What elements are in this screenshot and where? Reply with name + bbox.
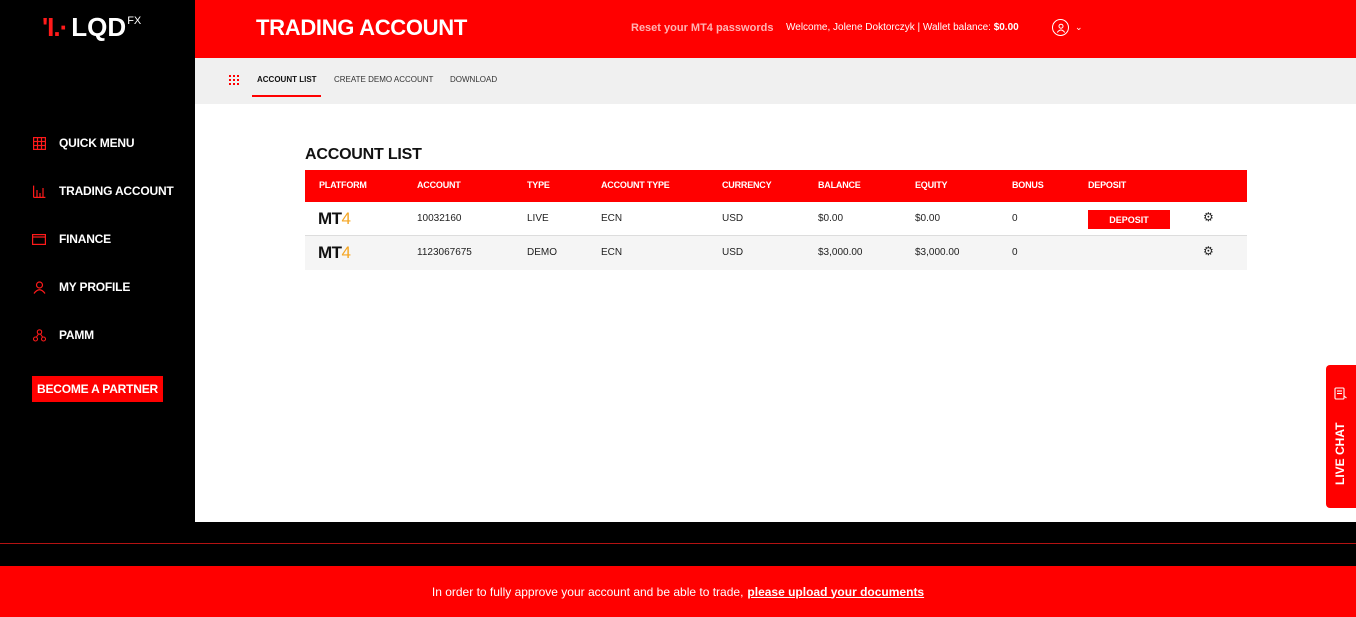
column-header: BALANCE <box>818 180 861 190</box>
logo-mark: 'I.· <box>42 12 68 42</box>
document-upload-notice: In order to fully approve your account a… <box>0 566 1356 617</box>
live-chat-label: LIVE CHAT <box>1333 422 1347 485</box>
sidebar-item-label: MY PROFILE <box>59 280 131 294</box>
cell-equity: $3,000.00 <box>915 247 960 258</box>
chevron-down-icon[interactable]: ⌄ <box>1075 22 1083 33</box>
sub-navigation: ACCOUNT LIST CREATE DEMO ACCOUNT DOWNLOA… <box>195 58 1356 104</box>
column-header: PLATFORM <box>319 180 367 190</box>
tab-create-demo-account[interactable]: CREATE DEMO ACCOUNT <box>334 75 433 84</box>
section-title: ACCOUNT LIST <box>305 146 422 163</box>
cell-equity: $0.00 <box>915 213 941 224</box>
logo-text: LQD <box>71 12 127 42</box>
become-partner-button[interactable]: BECOME A PARTNER <box>32 376 163 402</box>
sidebar-item-pamm[interactable]: PAMM <box>32 328 94 342</box>
cell-balance: $0.00 <box>818 213 844 224</box>
brand-logo[interactable]: 'I.· LQD FX <box>42 12 141 42</box>
sidebar-item-label: QUICK MENU <box>59 136 135 150</box>
active-tab-indicator <box>252 95 321 97</box>
sidebar-item-label: TRADING ACCOUNT <box>59 184 174 198</box>
tab-account-list[interactable]: ACCOUNT LIST <box>257 75 317 84</box>
reset-mt4-passwords-link[interactable]: Reset your MT4 passwords <box>631 22 773 34</box>
welcome-prefix: Welcome, Jolene Doktorczyk | Wallet bala… <box>786 22 991 33</box>
tab-download[interactable]: DOWNLOAD <box>450 75 497 84</box>
cell-bonus: 0 <box>1012 213 1018 224</box>
column-header: EQUITY <box>915 180 948 190</box>
footer-divider <box>0 543 1356 544</box>
notice-text: In order to fully approve your account a… <box>431 584 744 599</box>
column-header: BONUS <box>1012 180 1044 190</box>
table-header: PLATFORM ACCOUNT TYPE ACCOUNT TYPE CURRE… <box>305 170 1247 202</box>
logo-superscript: FX <box>127 15 142 27</box>
cell-type: LIVE <box>527 213 549 224</box>
app-root: 'I.· LQD FX QUICK MENU TRADING ACCOUNT F… <box>0 0 1356 617</box>
cell-account: 1123067675 <box>417 247 472 258</box>
sidebar: 'I.· LQD FX QUICK MENU TRADING ACCOUNT F… <box>0 0 195 522</box>
users-network-icon <box>32 328 46 342</box>
cell-currency: USD <box>722 247 744 258</box>
bar-chart-icon <box>32 184 46 198</box>
sidebar-item-my-profile[interactable]: MY PROFILE <box>32 280 130 294</box>
wallet-icon <box>32 232 46 246</box>
table-row: MT4 1123067675 DEMO ECN USD $3,000.00 $3… <box>305 236 1247 270</box>
column-header: DEPOSIT <box>1088 180 1127 190</box>
column-header: TYPE <box>527 180 550 190</box>
header-bar: TRADING ACCOUNT Reset your MT4 passwords… <box>195 0 1356 58</box>
user-icon <box>32 280 46 294</box>
account-avatar-icon[interactable] <box>1052 19 1069 36</box>
column-header: CURRENCY <box>722 180 772 190</box>
cell-bonus: 0 <box>1012 247 1018 258</box>
sidebar-item-label: PAMM <box>59 328 94 342</box>
chat-icon <box>1334 387 1347 405</box>
live-chat-button[interactable]: LIVE CHAT <box>1326 365 1356 508</box>
sidebar-item-finance[interactable]: FINANCE <box>32 232 111 246</box>
cell-account: 10032160 <box>417 213 462 224</box>
cell-type: DEMO <box>527 247 557 258</box>
mt4-platform-logo: MT4 <box>318 209 351 228</box>
column-header: ACCOUNT TYPE <box>601 180 670 190</box>
gear-icon[interactable]: ⚙ <box>1203 210 1214 224</box>
deposit-button[interactable]: DEPOSIT <box>1088 210 1170 229</box>
cell-account-type: ECN <box>601 247 623 258</box>
cell-balance: $3,000.00 <box>818 247 863 258</box>
welcome-text: Welcome, Jolene Doktorczyk | Wallet bala… <box>786 22 1019 33</box>
apps-grid-icon[interactable] <box>229 75 239 85</box>
sidebar-item-quick-menu[interactable]: QUICK MENU <box>32 136 135 150</box>
wallet-balance: $0.00 <box>993 22 1019 33</box>
account-table: PLATFORM ACCOUNT TYPE ACCOUNT TYPE CURRE… <box>305 170 1247 270</box>
table-row: MT4 10032160 LIVE ECN USD $0.00 $0.00 0 … <box>305 202 1247 236</box>
column-header: ACCOUNT <box>417 180 461 190</box>
page-title: TRADING ACCOUNT <box>256 15 467 40</box>
cell-account-type: ECN <box>601 213 623 224</box>
mt4-platform-logo: MT4 <box>318 243 351 262</box>
grid-icon <box>32 136 46 150</box>
footer-band <box>0 522 1356 566</box>
sidebar-item-trading-account[interactable]: TRADING ACCOUNT <box>32 184 174 198</box>
gear-icon[interactable]: ⚙ <box>1203 244 1214 258</box>
upload-documents-link[interactable]: please upload your documents <box>747 585 924 599</box>
sidebar-item-label: FINANCE <box>59 232 111 246</box>
cell-currency: USD <box>722 213 744 224</box>
